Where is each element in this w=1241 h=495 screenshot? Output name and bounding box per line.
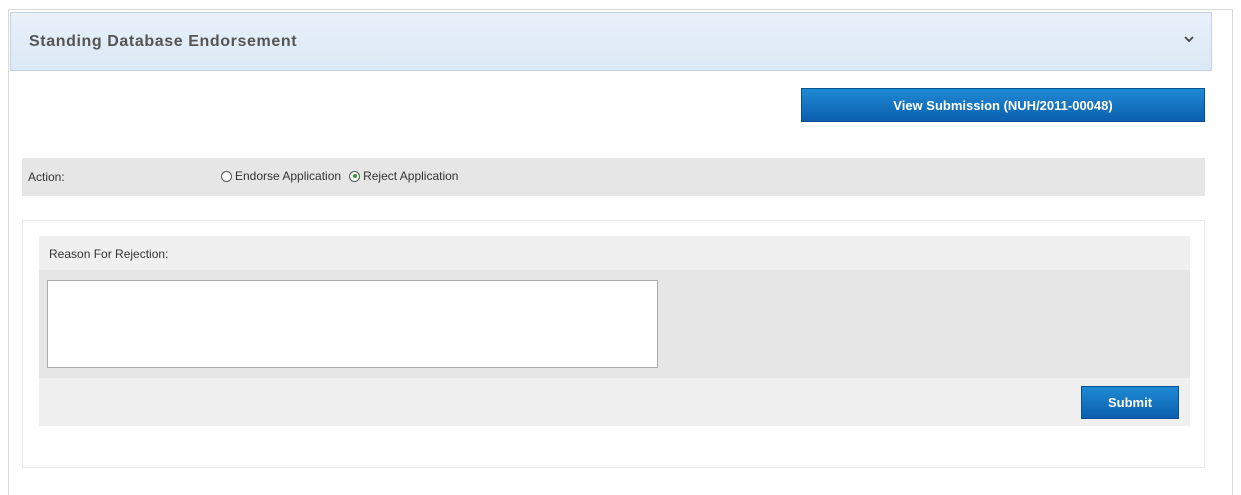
reject-application-label: Reject Application — [363, 169, 459, 183]
panel-title: Standing Database Endorsement — [29, 33, 298, 50]
reason-body — [39, 270, 1190, 378]
endorse-application-radio[interactable]: Endorse Application — [221, 169, 341, 183]
reject-application-radio[interactable]: Reject Application — [349, 169, 458, 183]
radio-unchecked-icon[interactable] — [221, 170, 232, 182]
view-submission-button[interactable]: View Submission (NUH/2011-00048) — [801, 88, 1205, 122]
chevron-down-icon[interactable] — [1181, 31, 1197, 47]
reason-for-rejection-textarea[interactable] — [47, 280, 658, 368]
form-footer: Submit — [39, 378, 1190, 426]
rejection-form: Reason For Rejection: Submit — [22, 220, 1205, 468]
reason-header: Reason For Rejection: — [39, 236, 1190, 270]
panel-header[interactable]: Standing Database Endorsement — [10, 12, 1212, 71]
submit-button[interactable]: Submit — [1081, 386, 1179, 419]
reason-for-rejection-label: Reason For Rejection: — [49, 247, 169, 261]
action-row: Action: Endorse Application Reject Appli… — [22, 158, 1205, 196]
action-label: Action: — [28, 170, 65, 184]
action-radio-group: Endorse Application Reject Application — [221, 169, 466, 183]
endorse-application-label: Endorse Application — [235, 169, 342, 183]
radio-checked-icon[interactable] — [349, 170, 361, 182]
